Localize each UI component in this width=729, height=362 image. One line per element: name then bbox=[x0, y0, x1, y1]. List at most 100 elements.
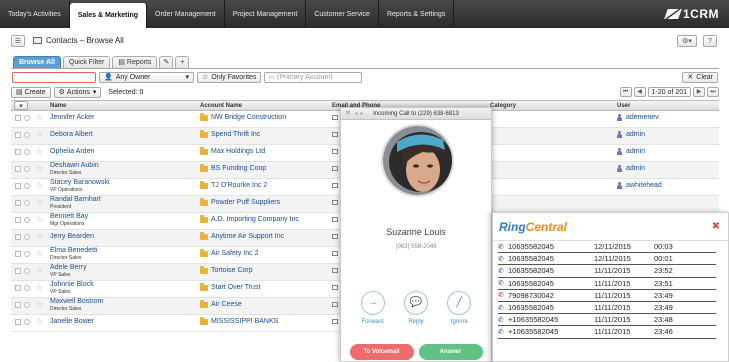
info-icon[interactable] bbox=[24, 217, 30, 223]
assigned-user[interactable]: admin bbox=[617, 165, 645, 172]
tab-reports[interactable]: ▤ Reports bbox=[112, 56, 158, 68]
next-page-button[interactable]: ▶ bbox=[693, 87, 705, 97]
account-link[interactable]: NW Bridge Construction bbox=[200, 112, 286, 121]
call-log-row[interactable]: ✆ 10635582045 12/11/2015 00:01 bbox=[498, 253, 716, 266]
email-icon[interactable] bbox=[332, 268, 338, 273]
email-icon[interactable] bbox=[332, 200, 338, 205]
star-icon[interactable]: ☆ bbox=[36, 300, 43, 309]
contact-name-link[interactable]: Jerry Bearden bbox=[50, 233, 94, 240]
close-icon[interactable]: ✖ bbox=[712, 221, 720, 232]
row-checkbox[interactable] bbox=[15, 200, 21, 206]
app-logo[interactable]: 1CRM bbox=[664, 0, 729, 28]
email-icon[interactable] bbox=[332, 251, 338, 256]
account-link[interactable]: Tortoise Corp bbox=[200, 265, 253, 274]
assigned-user[interactable]: awhitehead bbox=[617, 182, 662, 189]
star-icon[interactable]: ☆ bbox=[36, 266, 43, 275]
info-icon[interactable] bbox=[24, 268, 30, 274]
info-icon[interactable] bbox=[24, 319, 30, 325]
info-icon[interactable] bbox=[24, 166, 30, 172]
settings-button[interactable]: ⚙▾ bbox=[677, 35, 697, 47]
prev-page-button[interactable]: ◀ bbox=[633, 87, 646, 97]
nav-tab-project-management[interactable]: Project Management bbox=[225, 0, 307, 28]
info-icon[interactable] bbox=[24, 132, 30, 138]
row-checkbox[interactable] bbox=[15, 268, 21, 274]
row-checkbox[interactable] bbox=[15, 251, 21, 257]
call-log-row[interactable]: ✆ 79098730042 11/11/2015 23:49 bbox=[498, 290, 716, 302]
contact-name-link[interactable]: Randal Barnhart bbox=[50, 196, 101, 203]
email-icon[interactable] bbox=[332, 166, 338, 171]
star-icon[interactable]: ☆ bbox=[36, 317, 43, 326]
nav-tab-order-management[interactable]: Order Management bbox=[147, 0, 225, 28]
assigned-user[interactable]: admin bbox=[617, 148, 645, 155]
info-icon[interactable] bbox=[24, 115, 30, 121]
col-name[interactable]: Name bbox=[50, 103, 66, 109]
to-voicemail-button[interactable]: To Voicemail bbox=[349, 344, 414, 360]
star-icon[interactable]: ☆ bbox=[36, 249, 43, 258]
star-icon[interactable]: ☆ bbox=[36, 181, 43, 190]
last-page-button[interactable]: ⏭ bbox=[707, 87, 719, 97]
row-checkbox[interactable] bbox=[15, 319, 21, 325]
nav-tab-reports-settings[interactable]: Reports & Settings bbox=[379, 0, 455, 28]
account-link[interactable]: BS Funding Coop bbox=[200, 163, 266, 172]
info-icon[interactable] bbox=[24, 200, 30, 206]
call-log-row[interactable]: ✆ 10635582045 11/11/2015 23:52 bbox=[498, 265, 716, 278]
info-icon[interactable] bbox=[24, 302, 30, 308]
owner-select[interactable]: 👤 Any Owner ▾ bbox=[99, 71, 194, 83]
sidebar-toggle-button[interactable]: ☰ bbox=[11, 35, 25, 47]
account-link[interactable]: A.D. Importing Company Inc bbox=[200, 214, 299, 223]
row-checkbox[interactable] bbox=[15, 183, 21, 189]
info-icon[interactable] bbox=[24, 234, 30, 240]
account-link[interactable]: Start Over Trust bbox=[200, 282, 260, 291]
star-icon[interactable]: ☆ bbox=[36, 215, 43, 224]
row-checkbox[interactable] bbox=[15, 132, 21, 138]
star-icon[interactable]: ☆ bbox=[36, 283, 43, 292]
account-link[interactable]: Air Safety Inc 2 bbox=[200, 248, 258, 257]
clear-button[interactable]: ✕ Clear bbox=[682, 71, 718, 83]
ignore-button[interactable]: ╱ Ignore bbox=[442, 291, 476, 325]
actions-menu-button[interactable]: ⚙ Actions ▾ bbox=[53, 86, 102, 98]
star-icon[interactable]: ☆ bbox=[36, 164, 43, 173]
select-all-checkbox[interactable]: ▾ bbox=[14, 101, 28, 110]
email-icon[interactable] bbox=[332, 132, 338, 137]
info-icon[interactable] bbox=[24, 183, 30, 189]
call-log-row[interactable]: ✆ +10635582045 11/11/2015 23:46 bbox=[498, 326, 716, 339]
call-log-row[interactable]: ✆ 10635582045 11/11/2015 23:51 bbox=[498, 278, 716, 290]
close-icon[interactable]: ✕ bbox=[345, 108, 351, 120]
account-link[interactable]: Max Holdings Ltd bbox=[200, 146, 265, 155]
create-button[interactable]: ▤ Create bbox=[11, 86, 51, 98]
account-link[interactable]: Powder Puff Suppliers bbox=[200, 197, 280, 206]
call-log-row[interactable]: ✆ +10635582045 11/11/2015 23:48 bbox=[498, 314, 716, 327]
contact-name-link[interactable]: Deshawn Aubin bbox=[50, 162, 99, 169]
answer-button[interactable]: Answer bbox=[418, 344, 483, 360]
contact-name-link[interactable]: Jennifer Acker bbox=[50, 114, 94, 121]
row-checkbox[interactable] bbox=[15, 234, 21, 240]
forward-button[interactable]: → Forward bbox=[356, 291, 390, 325]
only-favorites-toggle[interactable]: ☆ Only Favorites bbox=[197, 71, 262, 83]
first-page-button[interactable]: ⏮ bbox=[619, 87, 632, 97]
col-account[interactable]: Account Name bbox=[200, 103, 242, 109]
email-icon[interactable] bbox=[332, 302, 338, 307]
account-link[interactable]: MISSISSIPPI BANKS bbox=[200, 316, 278, 325]
row-checkbox[interactable] bbox=[15, 285, 21, 291]
star-icon[interactable]: ☆ bbox=[36, 130, 43, 139]
row-checkbox[interactable] bbox=[15, 115, 21, 121]
primary-account-field[interactable]: ▭ (Primary Account) bbox=[264, 71, 363, 83]
contact-name-link[interactable]: Janelle Bower bbox=[50, 318, 94, 325]
search-input[interactable] bbox=[12, 71, 96, 83]
info-icon[interactable] bbox=[24, 251, 30, 257]
row-checkbox[interactable] bbox=[15, 166, 21, 172]
account-link[interactable]: Anytime Air Support Inc bbox=[200, 231, 284, 240]
email-icon[interactable] bbox=[332, 183, 338, 188]
star-icon[interactable]: ☆ bbox=[36, 232, 43, 241]
contact-name-link[interactable]: Stacey Baranowski bbox=[50, 179, 110, 186]
contact-name-link[interactable]: Ophelia Arden bbox=[50, 148, 94, 155]
nav-tab-sales-marketing[interactable]: Sales & Marketing bbox=[69, 3, 148, 28]
info-icon[interactable] bbox=[24, 285, 30, 291]
star-icon[interactable]: ☆ bbox=[36, 198, 43, 207]
contact-name-link[interactable]: Bennett Bay bbox=[50, 213, 88, 220]
reply-button[interactable]: 💬 Reply bbox=[399, 291, 433, 325]
email-icon[interactable] bbox=[332, 234, 338, 239]
tab-browse-all[interactable]: Browse All bbox=[13, 56, 61, 68]
account-link[interactable]: Spend Thrift Inc bbox=[200, 129, 260, 138]
email-icon[interactable] bbox=[332, 149, 338, 154]
